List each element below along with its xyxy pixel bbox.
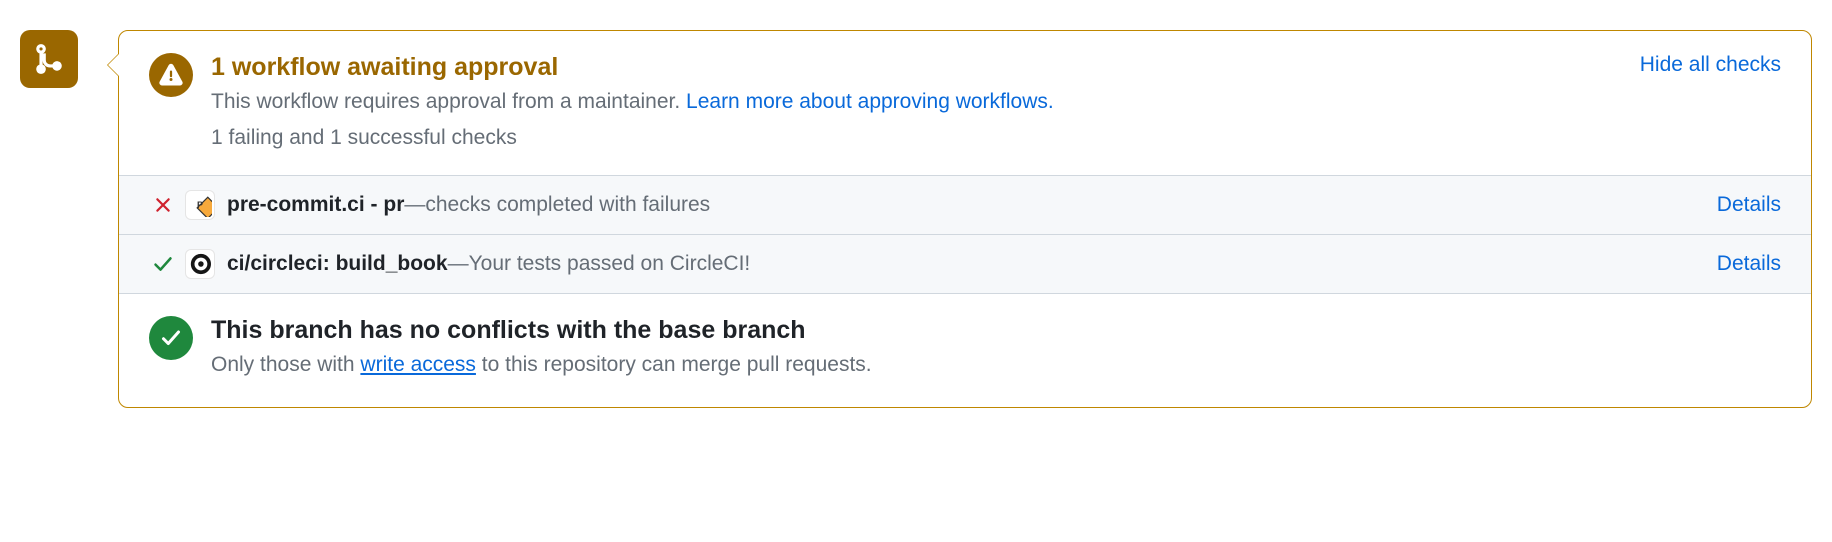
check-sep: — xyxy=(448,252,469,276)
git-merge-icon xyxy=(32,42,66,76)
check-row: ci/circleci: build_book — Your tests pas… xyxy=(119,235,1811,293)
precommit-avatar: P xyxy=(185,190,215,220)
merge-sub-suffix: to this repository can merge pull reques… xyxy=(476,353,872,376)
x-icon xyxy=(154,196,172,214)
check-row: P pre-commit.ci - pr — checks completed … xyxy=(119,176,1811,235)
hide-all-checks-link[interactable]: Hide all checks xyxy=(1640,53,1781,77)
svg-text:P: P xyxy=(197,200,203,210)
check-icon xyxy=(153,254,173,274)
merge-status-badge xyxy=(20,30,78,88)
panel-caret xyxy=(107,53,119,77)
approval-title: 1 workflow awaiting approval xyxy=(211,53,1620,82)
merge-title: This branch has no conflicts with the ba… xyxy=(211,316,1781,345)
approval-subtitle: This workflow requires approval from a m… xyxy=(211,90,686,113)
write-access-link[interactable]: write access xyxy=(360,353,476,376)
success-icon xyxy=(149,316,193,360)
check-sep: — xyxy=(404,193,425,217)
alert-icon xyxy=(149,53,193,97)
merge-panel: 1 workflow awaiting approval This workfl… xyxy=(118,30,1812,408)
learn-more-link[interactable]: Learn more about approving workflows. xyxy=(686,90,1054,113)
check-name: ci/circleci: build_book xyxy=(227,252,448,276)
merge-section: This branch has no conflicts with the ba… xyxy=(119,294,1811,407)
checks-list: P pre-commit.ci - pr — checks completed … xyxy=(119,175,1811,294)
approval-section: 1 workflow awaiting approval This workfl… xyxy=(119,31,1811,175)
check-desc: Your tests passed on CircleCI! xyxy=(469,252,751,276)
checks-summary: 1 failing and 1 successful checks xyxy=(211,122,1620,154)
details-link[interactable]: Details xyxy=(1717,252,1781,276)
details-link[interactable]: Details xyxy=(1717,193,1781,217)
check-desc: checks completed with failures xyxy=(425,193,710,217)
circleci-avatar xyxy=(185,249,215,279)
merge-sub-prefix: Only those with xyxy=(211,353,360,376)
check-name: pre-commit.ci - pr xyxy=(227,193,404,217)
